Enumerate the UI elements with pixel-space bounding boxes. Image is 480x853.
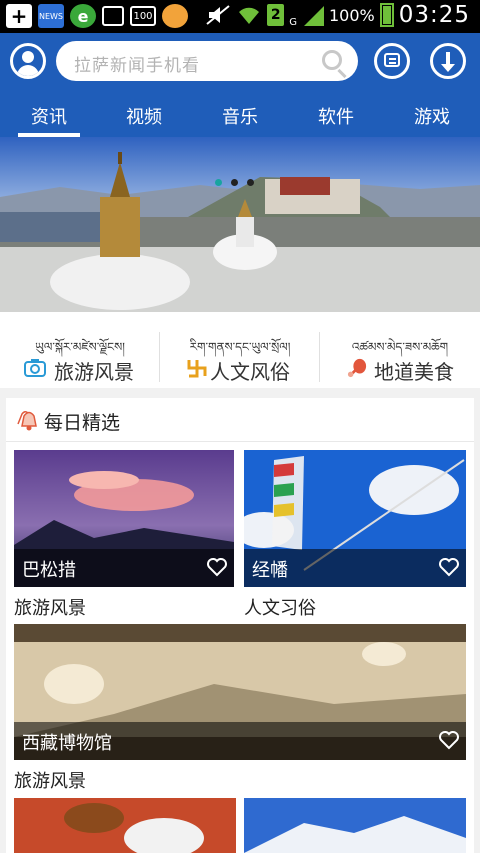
app-notification-icon [162,4,188,28]
wifi-icon [239,7,260,25]
carousel-dot[interactable] [231,179,238,186]
carousel-dot[interactable] [215,179,222,186]
card-caption-bar: 经幡 [244,549,466,587]
status-bar: + NEWS e 100 2 G 100% 03:25 [0,0,480,33]
category-tourism[interactable]: ཡུལ་སྐོར་མཛེས་ལྗོངས། 旅游风景 [0,312,160,388]
tab-software[interactable]: 软件 [291,103,381,129]
card-category: 旅游风景 [14,771,86,792]
message-icon [384,53,400,67]
banner-carousel[interactable] [0,137,480,312]
tab-games[interactable]: 游戏 [387,103,477,129]
app-header: 拉萨新闻手机看 资讯 视频 音乐 软件 游戏 [0,33,480,137]
category-label: 地道美食 [374,360,454,384]
category-label: 旅游风景 [54,360,134,384]
news-app-icon: NEWS [38,4,64,28]
camera-icon [24,359,46,377]
search-input[interactable]: 拉萨新闻手机看 [56,41,358,81]
network-type: G [289,17,297,28]
section-title: 每日精选 [44,412,121,434]
card-mountain-preview[interactable] [244,798,466,853]
signal-icon [303,6,324,26]
battery-icon [379,3,394,27]
card-basongcuo[interactable]: 巴松措 [14,450,234,587]
battery-percent: 100% [328,5,375,25]
daily-picks-section: 每日精选 巴松措 旅游风景 经幡 人文习俗 西藏博物馆 旅游风景 [6,398,474,853]
carousel-dot[interactable] [247,179,254,186]
tab-video[interactable]: 视频 [99,103,189,129]
drumstick-icon [347,358,367,378]
heart-icon[interactable] [438,730,460,750]
notes-icon [102,6,124,26]
card-image [244,798,466,853]
box-badge-icon: 100 [130,6,156,26]
search-icon[interactable] [322,50,342,70]
sim-slot-icon: 2 [267,4,285,26]
card-title: 西藏博物馆 [22,733,112,754]
card-image [14,798,236,853]
download-icon [441,52,455,72]
clock: 03:25 [398,2,470,28]
banner-image [0,137,480,312]
mute-icon [206,5,230,25]
card-caption-bar: 巴松措 [14,549,234,587]
tab-news[interactable]: 资讯 [4,103,94,129]
heart-icon[interactable] [438,557,460,577]
daily-picks-header: 每日精选 [6,398,474,442]
carousel-indicator [215,179,254,186]
category-food[interactable]: འཚམས་མེད་ཟས་མཆོག 地道美食 [320,312,480,388]
card-food-preview[interactable] [14,798,236,853]
card-category: 人文习俗 [244,598,316,619]
card-title: 经幡 [252,560,288,581]
bell-icon [17,410,37,431]
download-button[interactable] [430,43,466,79]
card-category: 旅游风景 [14,598,86,619]
user-avatar-icon[interactable] [10,43,46,79]
heart-icon[interactable] [206,557,228,577]
card-caption-bar: 西藏博物馆 [14,722,466,760]
card-prayer-flags[interactable]: 经幡 [244,450,466,587]
category-strip: ཡུལ་སྐོར་མཛེས་ལྗོངས། 旅游风景 རིག་གནས་དང་ཡུལ… [0,312,480,388]
swastika-icon [187,360,207,378]
category-tabs: 资讯 视频 音乐 软件 游戏 [0,93,480,137]
category-label: 人文风俗 [210,360,290,384]
tab-music[interactable]: 音乐 [195,103,285,129]
category-culture[interactable]: རིག་གནས་དང་ཡུལ་སྲོལ། 人文风俗 [160,312,320,388]
add-icon: + [6,4,32,28]
search-placeholder: 拉萨新闻手机看 [74,56,200,76]
message-button[interactable] [374,43,410,79]
browser-icon: e [70,4,96,28]
card-tibet-museum[interactable]: 西藏博物馆 [14,624,466,760]
card-title: 巴松措 [22,560,76,581]
